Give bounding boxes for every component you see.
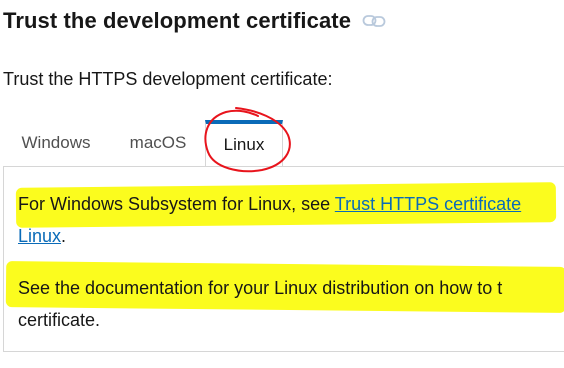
section-heading: Trust the development certificate [3,8,387,34]
tab-windows[interactable]: Windows [3,120,109,166]
wsl-paragraph-end: . [61,226,67,246]
tab-linux[interactable]: Linux [205,120,283,167]
wsl-paragraph-line2: Linux. [18,220,66,252]
trust-https-certificate-link-cont[interactable]: Linux [18,226,61,246]
wsl-paragraph: For Windows Subsystem for Linux, see Tru… [18,188,521,220]
tab-macos[interactable]: macOS [113,120,203,166]
page: Trust the development certificate Trust … [0,0,564,368]
wsl-paragraph-text: For Windows Subsystem for Linux, see [18,194,335,214]
trust-https-certificate-link[interactable]: Trust HTTPS certificate [335,194,521,214]
os-tab-list: Windows macOS Linux [3,120,564,167]
distribution-doc-paragraph-line2: certificate. [18,310,101,330]
link-icon[interactable] [361,8,387,34]
distribution-doc-paragraph: See the documentation for your Linux dis… [18,278,503,298]
section-heading-text: Trust the development certificate [3,8,352,33]
intro-text: Trust the HTTPS development certificate: [3,69,333,89]
